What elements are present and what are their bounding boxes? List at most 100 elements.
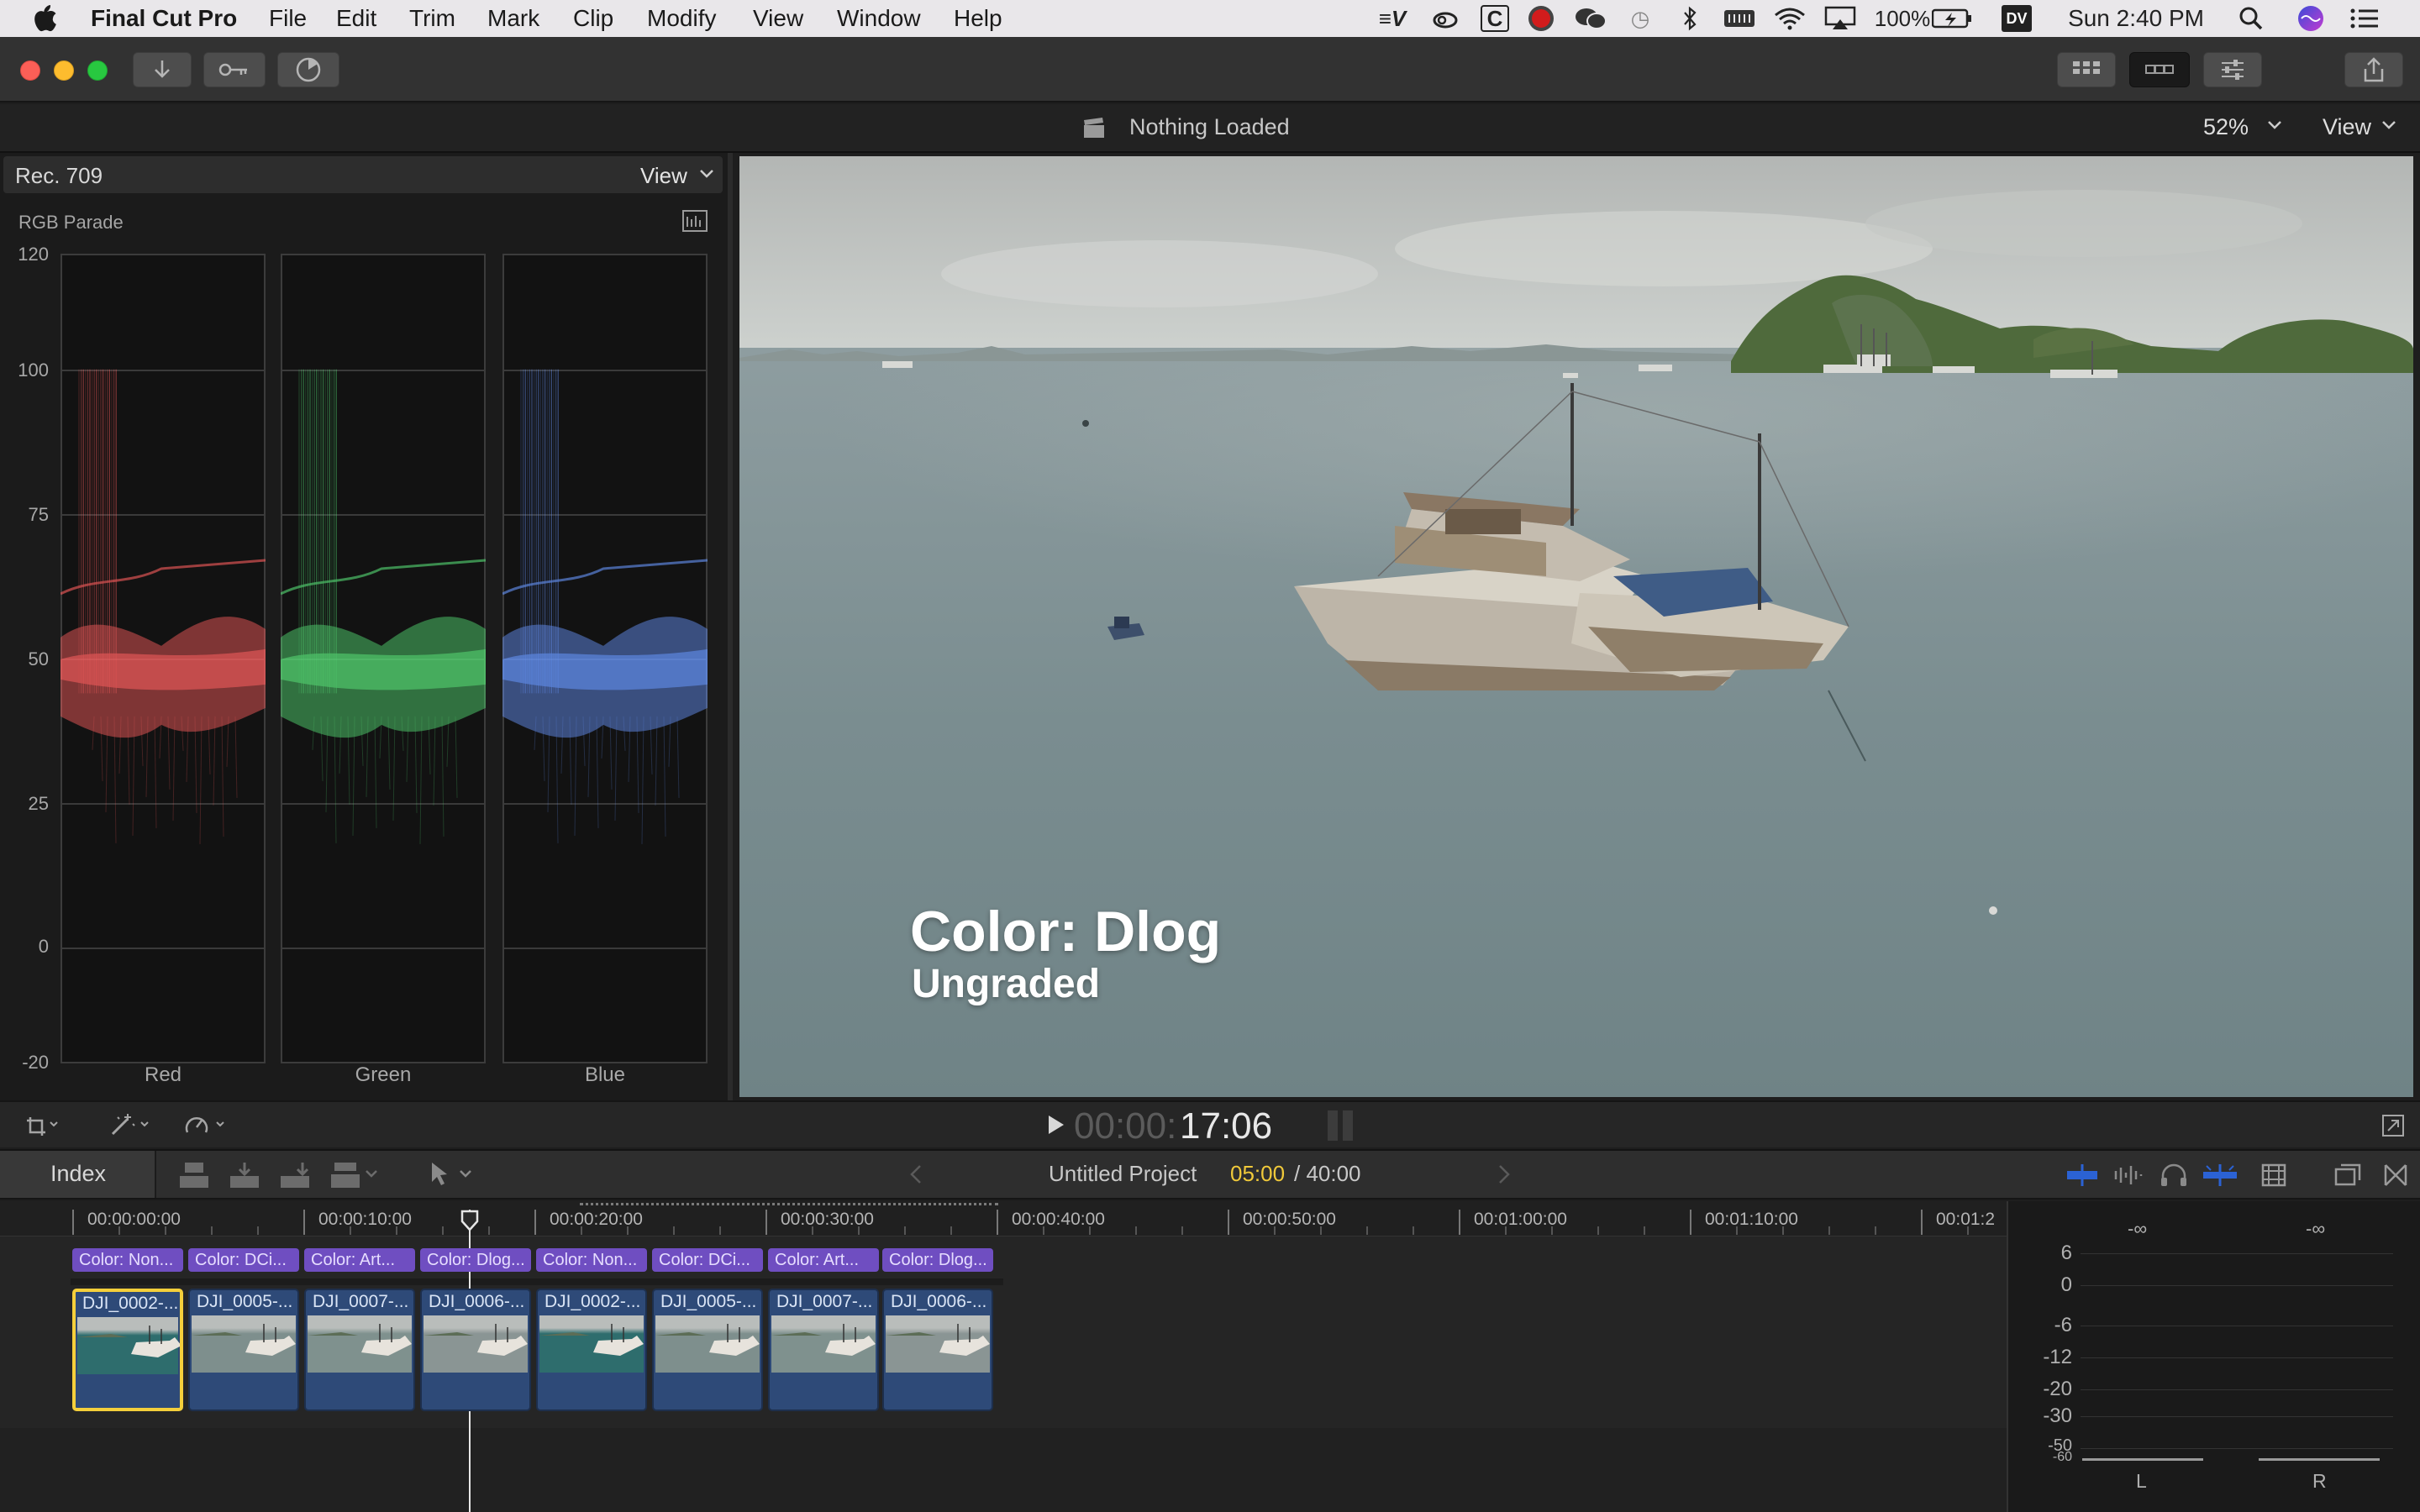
snapping-icon[interactable] xyxy=(2202,1163,2238,1188)
menubar-clock[interactable]: Sun 2:40 PM xyxy=(2060,3,2212,34)
index-tab[interactable]: Index xyxy=(0,1151,156,1198)
playhead-marker-icon[interactable] xyxy=(460,1210,479,1231)
meter-label-minus20: -20 xyxy=(2043,1378,2072,1400)
timeline-clip[interactable]: DJI_0002-... xyxy=(72,1289,183,1411)
verbal-icon[interactable]: ≡V xyxy=(1378,3,1407,34)
spotlight-icon[interactable] xyxy=(2237,3,2265,34)
ruler-minor-tick xyxy=(1875,1226,1876,1235)
solo-headphones-icon[interactable] xyxy=(2160,1163,2188,1188)
menu-edit[interactable]: Edit xyxy=(336,5,376,32)
effects-browser-icon[interactable] xyxy=(2383,1163,2408,1188)
overwrite-clip-icon[interactable] xyxy=(329,1161,381,1189)
menu-modify[interactable]: Modify xyxy=(647,5,716,32)
menu-clip[interactable]: Clip xyxy=(573,5,613,32)
color-tag[interactable]: Color: Non... xyxy=(72,1248,183,1272)
timeline-clip[interactable]: DJI_0007-... xyxy=(304,1289,415,1411)
minimize-window-button[interactable] xyxy=(54,60,74,81)
ruler-minor-tick xyxy=(442,1226,444,1235)
scope-view-menu[interactable]: View xyxy=(640,163,687,189)
notification-center-icon[interactable] xyxy=(2348,3,2381,34)
chevron-down-icon[interactable] xyxy=(699,168,714,180)
wechat-icon[interactable] xyxy=(1573,3,1608,34)
timeline-empty-area[interactable] xyxy=(0,1428,2007,1512)
color-tag[interactable]: Color: Art... xyxy=(768,1248,879,1272)
color-tag[interactable]: Color: DCi... xyxy=(652,1248,763,1272)
menu-trim[interactable]: Trim xyxy=(409,5,455,32)
viewer-image[interactable]: Color: Dlog Ungraded xyxy=(739,156,2413,1097)
timeline-index-icon[interactable] xyxy=(2334,1163,2363,1188)
apple-icon[interactable] xyxy=(32,3,57,32)
index-label[interactable]: Index xyxy=(50,1161,106,1187)
enhance-tool-icon[interactable] xyxy=(108,1112,153,1137)
fullscreen-icon[interactable] xyxy=(2381,1114,2405,1137)
zoom-level-popup[interactable]: 52% xyxy=(2203,114,2249,140)
clip-appearance-icon[interactable] xyxy=(2260,1163,2287,1188)
time-machine-icon[interactable]: ◷ xyxy=(1625,3,1655,34)
timeline-clip[interactable]: DJI_0005-... xyxy=(188,1289,299,1411)
ruler-minor-tick xyxy=(1320,1226,1322,1235)
timeline-toggle-button[interactable] xyxy=(2129,52,2190,87)
browser-toggle-button[interactable] xyxy=(2057,52,2116,87)
close-window-button[interactable] xyxy=(20,60,40,81)
airplay-icon[interactable] xyxy=(1823,3,1857,34)
menu-window[interactable]: Window xyxy=(837,5,921,32)
skimming-icon[interactable] xyxy=(2065,1163,2099,1188)
keywords-button[interactable] xyxy=(203,52,266,87)
audio-skimming-icon[interactable] xyxy=(2112,1163,2146,1188)
y-label-75: 75 xyxy=(28,504,49,525)
select-tool-icon[interactable] xyxy=(427,1159,477,1189)
record-icon[interactable] xyxy=(1526,3,1556,34)
inspector-toggle-button[interactable] xyxy=(2203,52,2262,87)
ruler-minor-tick xyxy=(627,1226,629,1235)
play-button[interactable] xyxy=(1047,1114,1065,1136)
append-clip-icon[interactable] xyxy=(279,1161,311,1189)
timecode-display[interactable]: 17:06 xyxy=(1180,1105,1272,1147)
color-tag[interactable]: Color: Dlog... xyxy=(882,1248,993,1272)
app-menu[interactable]: Final Cut Pro xyxy=(91,5,237,32)
ruler-minor-tick xyxy=(118,1226,120,1235)
scope-settings-icon[interactable] xyxy=(682,210,708,232)
wifi-icon[interactable] xyxy=(1773,3,1807,34)
bluetooth-icon[interactable] xyxy=(1677,3,1702,34)
ruler-tick xyxy=(1459,1210,1460,1235)
share-button[interactable] xyxy=(2344,52,2403,87)
battery-icon[interactable] xyxy=(1931,3,1973,34)
connect-clip-icon[interactable] xyxy=(178,1161,210,1189)
battery-percent[interactable]: 100% xyxy=(1875,3,1931,34)
timeline-clip[interactable]: DJI_0005-... xyxy=(652,1289,763,1411)
retime-tool-icon[interactable] xyxy=(183,1112,232,1137)
transform-tool-icon[interactable] xyxy=(25,1114,59,1137)
ruler-minor-tick xyxy=(1644,1226,1645,1235)
viewer-view-menu[interactable]: View xyxy=(2323,114,2371,140)
color-space-label: Rec. 709 xyxy=(15,163,103,188)
menu-view[interactable]: View xyxy=(753,5,803,32)
keyboard-icon[interactable] xyxy=(1723,3,1756,34)
color-tag[interactable]: Color: DCi... xyxy=(188,1248,299,1272)
menu-help[interactable]: Help xyxy=(954,5,1002,32)
menu-mark[interactable]: Mark xyxy=(487,5,539,32)
meter-bar-right xyxy=(2259,1458,2380,1461)
timeline-clip[interactable]: DJI_0006-... xyxy=(420,1289,531,1411)
previous-project-icon[interactable] xyxy=(909,1164,923,1184)
timeline-clip[interactable]: DJI_0006-... xyxy=(882,1289,993,1411)
sliders-icon xyxy=(2220,58,2245,81)
color-tag[interactable]: Color: Dlog... xyxy=(420,1248,531,1272)
timeline[interactable]: 00:00:00:00 00:00:10:00 00:00:20:00 00:00:3… xyxy=(0,1201,2107,1512)
timeline-clip[interactable]: DJI_0007-... xyxy=(768,1289,879,1411)
chevron-down-icon[interactable] xyxy=(2381,119,2396,131)
chevron-down-icon[interactable] xyxy=(2267,119,2282,131)
creative-cloud-icon[interactable] xyxy=(1430,3,1460,34)
menu-file[interactable]: File xyxy=(269,5,307,32)
insert-clip-icon[interactable] xyxy=(229,1161,260,1189)
timeline-clip[interactable]: DJI_0002-... xyxy=(536,1289,647,1411)
color-tag[interactable]: Color: Non... xyxy=(536,1248,647,1272)
next-project-icon[interactable] xyxy=(1497,1164,1511,1184)
color-tag[interactable]: Color: Art... xyxy=(304,1248,415,1272)
background-tasks-button[interactable] xyxy=(277,52,339,87)
zoom-window-button[interactable] xyxy=(87,60,108,81)
dv-icon[interactable]: DV xyxy=(2002,5,2032,32)
timeline-ruler[interactable]: 00:00:00:00 00:00:10:00 00:00:20:00 00:00:3… xyxy=(0,1201,2107,1236)
c-app-icon[interactable]: C xyxy=(1481,5,1509,32)
import-button[interactable] xyxy=(133,52,192,87)
siri-icon[interactable] xyxy=(2296,3,2326,34)
